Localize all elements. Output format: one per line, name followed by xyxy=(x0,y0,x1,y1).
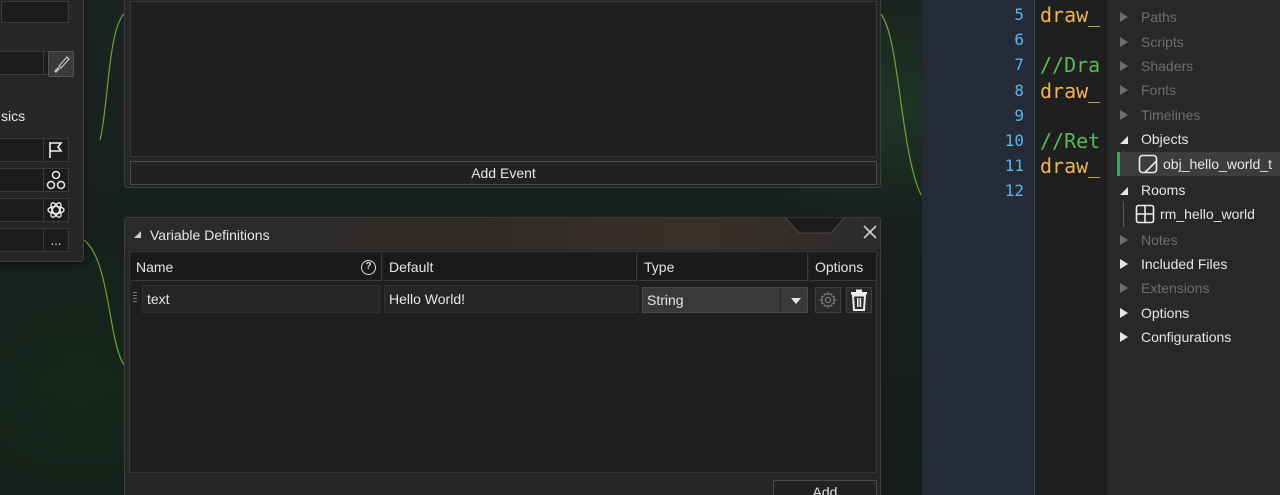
expand-arrow-icon[interactable] xyxy=(1120,259,1128,269)
events-list[interactable] xyxy=(130,1,877,157)
collapse-triangle-icon[interactable] xyxy=(134,231,141,238)
row-drag-handle[interactable] xyxy=(133,290,139,304)
tree-item-included-files[interactable]: Included Files xyxy=(1107,252,1280,276)
variable-default-input[interactable]: Hello World! xyxy=(384,285,638,313)
panel-notch xyxy=(785,217,845,234)
add-variable-button[interactable]: Add xyxy=(773,480,877,495)
hierarchy-icon xyxy=(46,170,66,190)
line-number: 10 xyxy=(1004,131,1024,150)
expand-arrow-icon[interactable] xyxy=(1120,332,1128,342)
variable-settings-button[interactable] xyxy=(815,287,841,313)
column-header-default: Default xyxy=(384,253,637,281)
tree-item-notes[interactable]: Notes xyxy=(1107,228,1280,252)
expand-arrow-icon[interactable] xyxy=(1120,283,1128,293)
code-line[interactable]: draw_ xyxy=(1040,154,1100,178)
events-panel: Add Event xyxy=(124,0,881,188)
atom-icon xyxy=(47,202,65,218)
object-icon xyxy=(1138,154,1158,174)
expand-arrow-icon[interactable] xyxy=(1120,61,1128,71)
tree-item-extensions[interactable]: Extensions xyxy=(1107,276,1280,300)
code-editor[interactable]: 5 draw_ 6 7 //Dra 8 draw_ 9 10 //Ret 11 draw_ 12 xyxy=(922,0,1112,495)
line-number: 9 xyxy=(1014,105,1024,125)
expand-arrow-icon[interactable] xyxy=(1120,308,1128,318)
physics-row xyxy=(0,198,75,222)
collapse-arrow-icon[interactable] xyxy=(1120,136,1128,144)
tree-item-rooms[interactable]: Rooms xyxy=(1107,178,1280,202)
expand-arrow-icon[interactable] xyxy=(1120,85,1128,95)
flag-icon xyxy=(49,142,63,158)
tree-item-configurations[interactable]: Configurations xyxy=(1107,325,1280,349)
line-number: 11 xyxy=(1004,156,1024,176)
variables-table: Name ? Default Type Options text Hello W… xyxy=(129,251,877,473)
tree-item-shaders[interactable]: Shaders xyxy=(1107,54,1280,78)
room-icon xyxy=(1135,204,1155,224)
line-number: 7 xyxy=(1014,55,1024,75)
line-number: 8 xyxy=(1014,80,1024,100)
tree-item-options[interactable]: Options xyxy=(1107,301,1280,325)
code-line[interactable]: //Ret xyxy=(1040,129,1100,153)
help-icon[interactable]: ? xyxy=(361,260,376,275)
tree-item-rm-hello-world[interactable]: rm_hello_world xyxy=(1117,202,1280,226)
variable-name-input[interactable]: text xyxy=(142,285,380,313)
tree-item-paths[interactable]: Paths xyxy=(1107,5,1280,29)
gutter-divider xyxy=(1034,0,1035,495)
object-properties-panel: ... sics ... xyxy=(0,0,84,262)
events-row xyxy=(0,138,75,162)
add-event-button[interactable]: Add Event xyxy=(130,161,877,185)
workspace-canvas: ... sics ... xyxy=(0,0,922,495)
tree-item-fonts[interactable]: Fonts xyxy=(1107,78,1280,102)
expand-arrow-icon[interactable] xyxy=(1120,110,1128,120)
variables-field[interactable] xyxy=(0,228,44,252)
code-line[interactable]: //Dra xyxy=(1040,53,1100,77)
expand-arrow-icon[interactable] xyxy=(1120,37,1128,47)
variable-type-select[interactable]: String xyxy=(642,287,808,313)
tree-item-obj-hello-world[interactable]: obj_hello_world_t xyxy=(1117,152,1280,176)
column-header-type: Type xyxy=(639,253,808,281)
gear-icon xyxy=(819,291,837,309)
line-number: 5 xyxy=(1014,5,1024,24)
edit-sprite-button[interactable] xyxy=(48,51,74,77)
code-line[interactable]: draw_ xyxy=(1040,3,1100,27)
parent-row xyxy=(0,168,75,192)
line-number: 12 xyxy=(1004,181,1024,201)
variables-row: ... xyxy=(0,228,75,252)
panel-title: Variable Definitions xyxy=(150,227,270,243)
variable-definitions-header[interactable]: Variable Definitions xyxy=(125,217,880,250)
column-header-options: Options xyxy=(810,253,876,281)
physics-label-partial: sics xyxy=(1,108,26,124)
physics-field[interactable] xyxy=(0,198,44,222)
physics-button[interactable] xyxy=(43,198,69,222)
properties-top-field[interactable] xyxy=(1,1,69,23)
column-header-name: Name ? xyxy=(131,253,382,281)
delete-variable-button[interactable] xyxy=(846,287,872,313)
parent-button[interactable] xyxy=(43,168,69,192)
events-field[interactable] xyxy=(0,138,44,162)
brush-icon xyxy=(54,56,70,73)
events-button[interactable] xyxy=(43,138,69,162)
tree-item-objects[interactable]: Objects xyxy=(1107,127,1280,151)
trash-icon xyxy=(851,289,867,311)
expand-arrow-icon[interactable] xyxy=(1120,12,1128,22)
sprite-field[interactable] xyxy=(0,51,44,75)
code-line[interactable]: draw_ xyxy=(1040,79,1100,103)
dropdown-arrow-icon xyxy=(791,298,801,304)
variable-definitions-panel: Variable Definitions Name ? Default Type… xyxy=(124,217,881,495)
expand-arrow-icon[interactable] xyxy=(1120,235,1128,245)
line-number: 6 xyxy=(1014,30,1024,50)
variables-more-button[interactable]: ... xyxy=(43,228,69,252)
close-icon[interactable] xyxy=(861,224,879,242)
tree-item-scripts[interactable]: Scripts xyxy=(1107,30,1280,54)
asset-browser: Paths Scripts Shaders Fonts Timelines Ob… xyxy=(1104,0,1280,495)
tree-item-timelines[interactable]: Timelines xyxy=(1107,103,1280,127)
parent-field[interactable] xyxy=(0,168,44,192)
collapse-arrow-icon[interactable] xyxy=(1120,187,1128,195)
